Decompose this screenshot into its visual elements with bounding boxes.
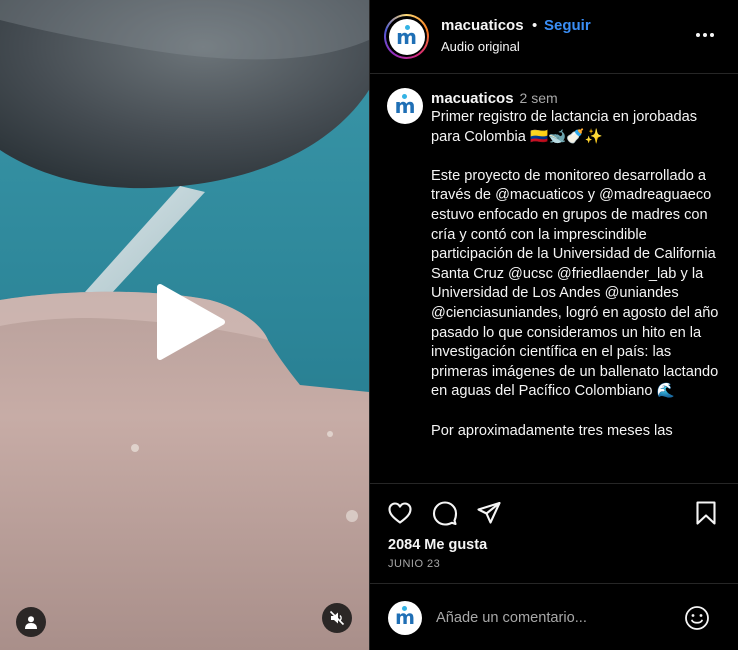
- follow-button[interactable]: Seguir: [544, 17, 591, 34]
- save-button[interactable]: [693, 500, 719, 526]
- story-ring[interactable]: m: [384, 14, 429, 59]
- comment-button[interactable]: [432, 500, 458, 526]
- emoji-icon: [685, 606, 709, 630]
- caption-time: 2 sem: [519, 90, 558, 106]
- avatar-dot: [404, 24, 410, 30]
- play-icon: [157, 284, 225, 360]
- bookmark-icon: [696, 501, 716, 525]
- caption-avatar[interactable]: m: [387, 88, 423, 124]
- like-button[interactable]: [387, 500, 413, 526]
- post-details-panel: m macuaticos • Seguir Audio original m m…: [369, 0, 738, 650]
- tagged-users-button[interactable]: [16, 607, 46, 637]
- post-header: m macuaticos • Seguir Audio original: [370, 0, 738, 74]
- commenter-avatar: m: [388, 601, 422, 635]
- video-player[interactable]: [0, 0, 369, 650]
- separator-dot: •: [532, 17, 538, 34]
- share-button[interactable]: [476, 500, 502, 526]
- muted-speaker-icon: [329, 610, 345, 626]
- post-modal: m macuaticos • Seguir Audio original m m…: [0, 0, 738, 650]
- avatar-dot: [402, 606, 407, 611]
- user-tag-icon: [25, 616, 37, 629]
- share-icon: [477, 501, 501, 524]
- username-link[interactable]: macuaticos: [441, 17, 524, 34]
- likes-count[interactable]: 2084 Me gusta: [388, 537, 487, 553]
- caption-header: macuaticos 2 sem: [431, 90, 558, 107]
- avatar: m: [388, 18, 425, 55]
- comment-bar: m: [370, 583, 738, 650]
- audio-link[interactable]: Audio original: [441, 39, 520, 54]
- comment-input[interactable]: [436, 606, 666, 630]
- comment-icon: [432, 501, 458, 526]
- heart-icon: [388, 502, 412, 524]
- caption-text: Primer registro de lactancia en jorobada…: [431, 109, 719, 439]
- post-actions: 2084 Me gusta JUNIO 23: [370, 483, 738, 583]
- more-options-button[interactable]: [694, 24, 716, 46]
- play-button[interactable]: [150, 283, 228, 361]
- avatar-dot: [402, 94, 407, 99]
- mute-button[interactable]: [322, 603, 352, 633]
- more-icon: [696, 33, 714, 37]
- caption-username[interactable]: macuaticos: [431, 90, 514, 107]
- caption-section: m macuaticos 2 sem Primer registro de lac…: [370, 75, 738, 483]
- emoji-button[interactable]: [684, 605, 710, 631]
- post-date[interactable]: JUNIO 23: [388, 558, 440, 570]
